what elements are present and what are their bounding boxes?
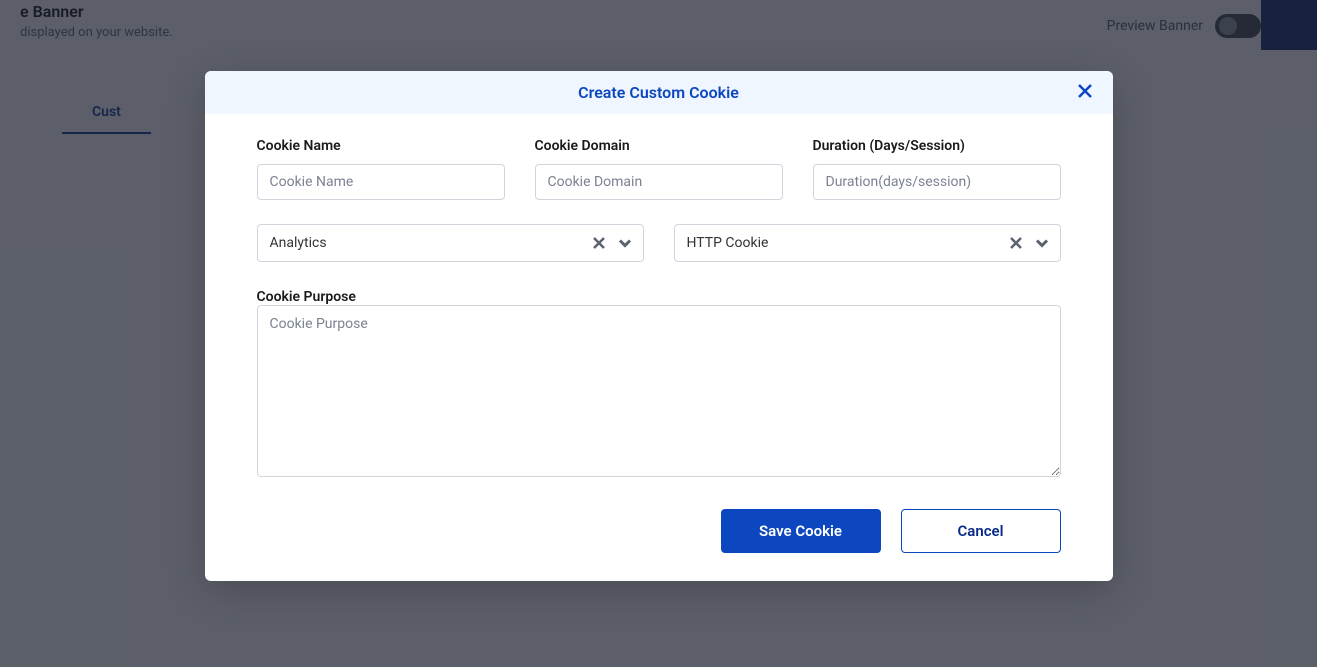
- save-button[interactable]: Save Cookie: [721, 509, 881, 553]
- category-select[interactable]: Analytics: [257, 224, 644, 262]
- clear-icon[interactable]: [592, 236, 606, 250]
- form-row-2: Analytics HTTP Cookie: [257, 224, 1061, 262]
- cookie-domain-group: Cookie Domain: [535, 138, 783, 200]
- duration-input[interactable]: [813, 164, 1061, 200]
- duration-label: Duration (Days/Session): [813, 138, 1061, 154]
- chevron-down-icon[interactable]: [1033, 234, 1051, 252]
- chevron-down-icon[interactable]: [616, 234, 634, 252]
- modal-title: Create Custom Cookie: [578, 83, 739, 102]
- type-select-icons: [1009, 234, 1051, 252]
- cookie-name-label: Cookie Name: [257, 138, 505, 154]
- cookie-domain-label: Cookie Domain: [535, 138, 783, 154]
- close-icon: [1077, 83, 1093, 102]
- category-select-icons: [592, 234, 634, 252]
- type-select[interactable]: HTTP Cookie: [674, 224, 1061, 262]
- close-button[interactable]: [1073, 81, 1097, 105]
- modal-footer: Save Cookie Cancel: [257, 509, 1061, 553]
- clear-icon[interactable]: [1009, 236, 1023, 250]
- type-select-wrap: HTTP Cookie: [674, 224, 1061, 262]
- cookie-domain-input[interactable]: [535, 164, 783, 200]
- cookie-name-group: Cookie Name: [257, 138, 505, 200]
- modal-header: Create Custom Cookie: [205, 71, 1113, 114]
- purpose-group: Cookie Purpose: [257, 286, 1061, 481]
- category-select-value: Analytics: [270, 235, 327, 251]
- purpose-textarea[interactable]: [257, 305, 1061, 477]
- duration-group: Duration (Days/Session): [813, 138, 1061, 200]
- create-cookie-modal: Create Custom Cookie Cookie Name Cookie …: [205, 71, 1113, 581]
- modal-overlay: Create Custom Cookie Cookie Name Cookie …: [0, 0, 1317, 667]
- modal-body: Cookie Name Cookie Domain Duration (Days…: [205, 114, 1113, 581]
- cancel-button[interactable]: Cancel: [901, 509, 1061, 553]
- category-select-wrap: Analytics: [257, 224, 644, 262]
- form-row-1: Cookie Name Cookie Domain Duration (Days…: [257, 138, 1061, 200]
- purpose-label: Cookie Purpose: [257, 289, 356, 305]
- type-select-value: HTTP Cookie: [687, 235, 769, 251]
- cookie-name-input[interactable]: [257, 164, 505, 200]
